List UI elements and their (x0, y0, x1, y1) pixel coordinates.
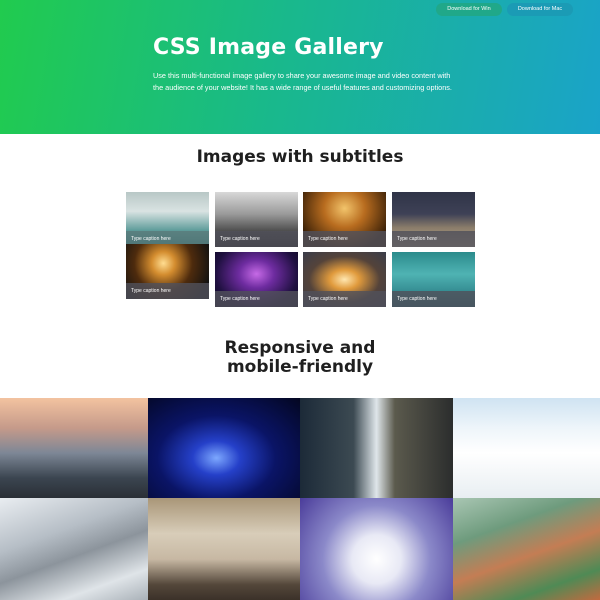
thumb-caption: Type caption here (215, 291, 298, 307)
grid-tile-4[interactable] (453, 398, 600, 498)
download-mac-button[interactable]: Download for Mac (507, 3, 573, 16)
section-title-responsive: Responsive and mobile-friendly (0, 339, 600, 377)
aerial-town-image (453, 498, 600, 600)
city-skyline-dusk-image (0, 398, 148, 498)
bedroom-interior-image (148, 498, 300, 600)
section-title-line-1: Responsive and (224, 338, 376, 358)
grid-tile-6[interactable] (148, 498, 300, 600)
glass-dome-image (300, 498, 453, 600)
grid-tile-3[interactable] (300, 398, 453, 498)
gallery-thumb-3[interactable]: Type caption here (303, 192, 386, 247)
gallery-thumb-1[interactable]: Type caption here (126, 192, 209, 247)
hero-banner: Download for Win Download for Mac CSS Im… (0, 0, 600, 134)
gallery-thumb-4[interactable]: Type caption here (392, 192, 475, 247)
section-title-subtitles: Images with subtitles (196, 147, 404, 167)
gallery-thumb-8[interactable]: Type caption here (392, 252, 475, 307)
thumb-caption: Type caption here (392, 231, 475, 247)
thumb-caption: Type caption here (303, 291, 386, 307)
jellyfish-image (148, 398, 300, 498)
thumb-caption: Type caption here (303, 231, 386, 247)
waterfall-image (300, 398, 453, 498)
grid-tile-7[interactable] (300, 498, 453, 600)
gallery-thumb-5[interactable]: Type caption here (126, 244, 209, 299)
grid-tile-5[interactable] (0, 498, 148, 600)
snowy-mountain-image (0, 498, 148, 600)
gallery-thumb-2[interactable]: Type caption here (215, 192, 298, 247)
gallery-thumb-7[interactable]: Type caption here (303, 252, 386, 307)
download-win-button[interactable]: Download for Win (436, 3, 502, 16)
jets-clouds-image (453, 398, 600, 498)
grid-tile-2[interactable] (148, 398, 300, 498)
gallery-thumb-6[interactable]: Type caption here (215, 252, 298, 307)
page-title: CSS Image Gallery (153, 35, 384, 60)
hero-description: Use this multi-functional image gallery … (153, 71, 452, 93)
thumb-caption: Type caption here (215, 231, 298, 247)
thumb-caption: Type caption here (392, 291, 475, 307)
thumb-caption: Type caption here (126, 283, 209, 299)
grid-tile-1[interactable] (0, 398, 148, 498)
grid-tile-8[interactable] (453, 498, 600, 600)
section-title-line-2: mobile-friendly (226, 357, 374, 377)
